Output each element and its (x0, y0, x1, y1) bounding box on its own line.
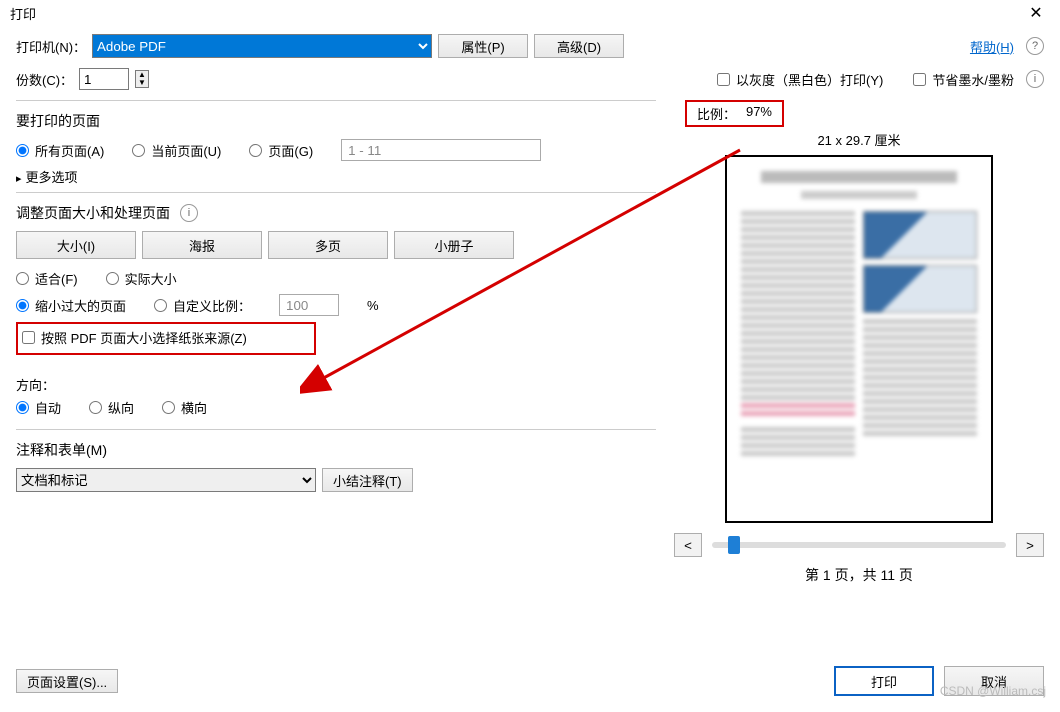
page-setup-button[interactable]: 页面设置(S)... (16, 669, 118, 693)
ink-help-icon[interactable]: i (1026, 70, 1044, 88)
shrink-radio[interactable]: 缩小过大的页面 (16, 296, 126, 315)
next-page-button[interactable]: > (1016, 533, 1044, 557)
custom-scale-radio[interactable]: 自定义比例： (154, 296, 251, 315)
page-slider[interactable] (712, 542, 1006, 548)
save-ink-checkbox[interactable]: 节省墨水/墨粉 (913, 70, 1014, 89)
comments-select[interactable]: 文档和标记 (16, 468, 316, 492)
dialog-title: 打印 (10, 4, 36, 23)
all-pages-radio[interactable]: 所有页面(A) (16, 141, 104, 160)
size-section-title: 调整页面大小和处理页面 (16, 203, 170, 223)
tab-poster[interactable]: 海报 (142, 231, 262, 259)
orientation-label: 方向： (16, 375, 656, 394)
size-help-icon[interactable]: i (180, 204, 198, 222)
copies-label: 份数(C)： (16, 70, 73, 89)
scale-label: 比例： (697, 104, 736, 123)
tab-booklet[interactable]: 小册子 (394, 231, 514, 259)
help-icon[interactable]: ? (1026, 37, 1044, 55)
orient-auto-radio[interactable]: 自动 (16, 398, 61, 417)
properties-button[interactable]: 属性(P) (438, 34, 528, 58)
copies-spinner[interactable]: ▲▼ (135, 70, 149, 88)
comments-section-title: 注释和表单(M) (16, 440, 656, 460)
printer-label: 打印机(N)： (16, 37, 86, 56)
pages-radio[interactable]: 页面(G) (249, 141, 313, 160)
scale-display-box: 比例： 97% (685, 100, 784, 127)
prev-page-button[interactable]: < (674, 533, 702, 557)
print-preview (725, 155, 993, 523)
watermark: CSDN @William.csj (940, 684, 1046, 698)
tab-size[interactable]: 大小(I) (16, 231, 136, 259)
summary-comments-button[interactable]: 小结注释(T) (322, 468, 413, 492)
page-range-input[interactable] (341, 139, 541, 161)
printer-select[interactable]: Adobe PDF (92, 34, 432, 58)
custom-scale-input[interactable] (279, 294, 339, 316)
actual-size-radio[interactable]: 实际大小 (106, 269, 177, 288)
grayscale-checkbox[interactable]: 以灰度（黑白色）打印(Y) (717, 70, 883, 89)
close-icon[interactable]: ✕ (1016, 3, 1056, 23)
copies-input[interactable] (79, 68, 129, 90)
page-info: 第 1 页，共 11 页 (674, 565, 1044, 585)
print-button[interactable]: 打印 (834, 666, 934, 696)
current-page-radio[interactable]: 当前页面(U) (132, 141, 221, 160)
orient-portrait-radio[interactable]: 纵向 (89, 398, 134, 417)
pdf-paper-source-checkbox[interactable]: 按照 PDF 页面大小选择纸张来源(Z) (22, 328, 308, 347)
scale-value: 97% (746, 104, 772, 123)
page-dimensions: 21 x 29.7 厘米 (674, 130, 1044, 149)
more-options-toggle[interactable]: 更多选项 (16, 167, 656, 186)
orient-landscape-radio[interactable]: 横向 (162, 398, 207, 417)
fit-radio[interactable]: 适合(F) (16, 269, 78, 288)
pages-section-title: 要打印的页面 (16, 111, 656, 131)
advanced-button[interactable]: 高级(D) (534, 34, 624, 58)
tab-multi[interactable]: 多页 (268, 231, 388, 259)
help-link[interactable]: 帮助(H) (970, 37, 1014, 56)
